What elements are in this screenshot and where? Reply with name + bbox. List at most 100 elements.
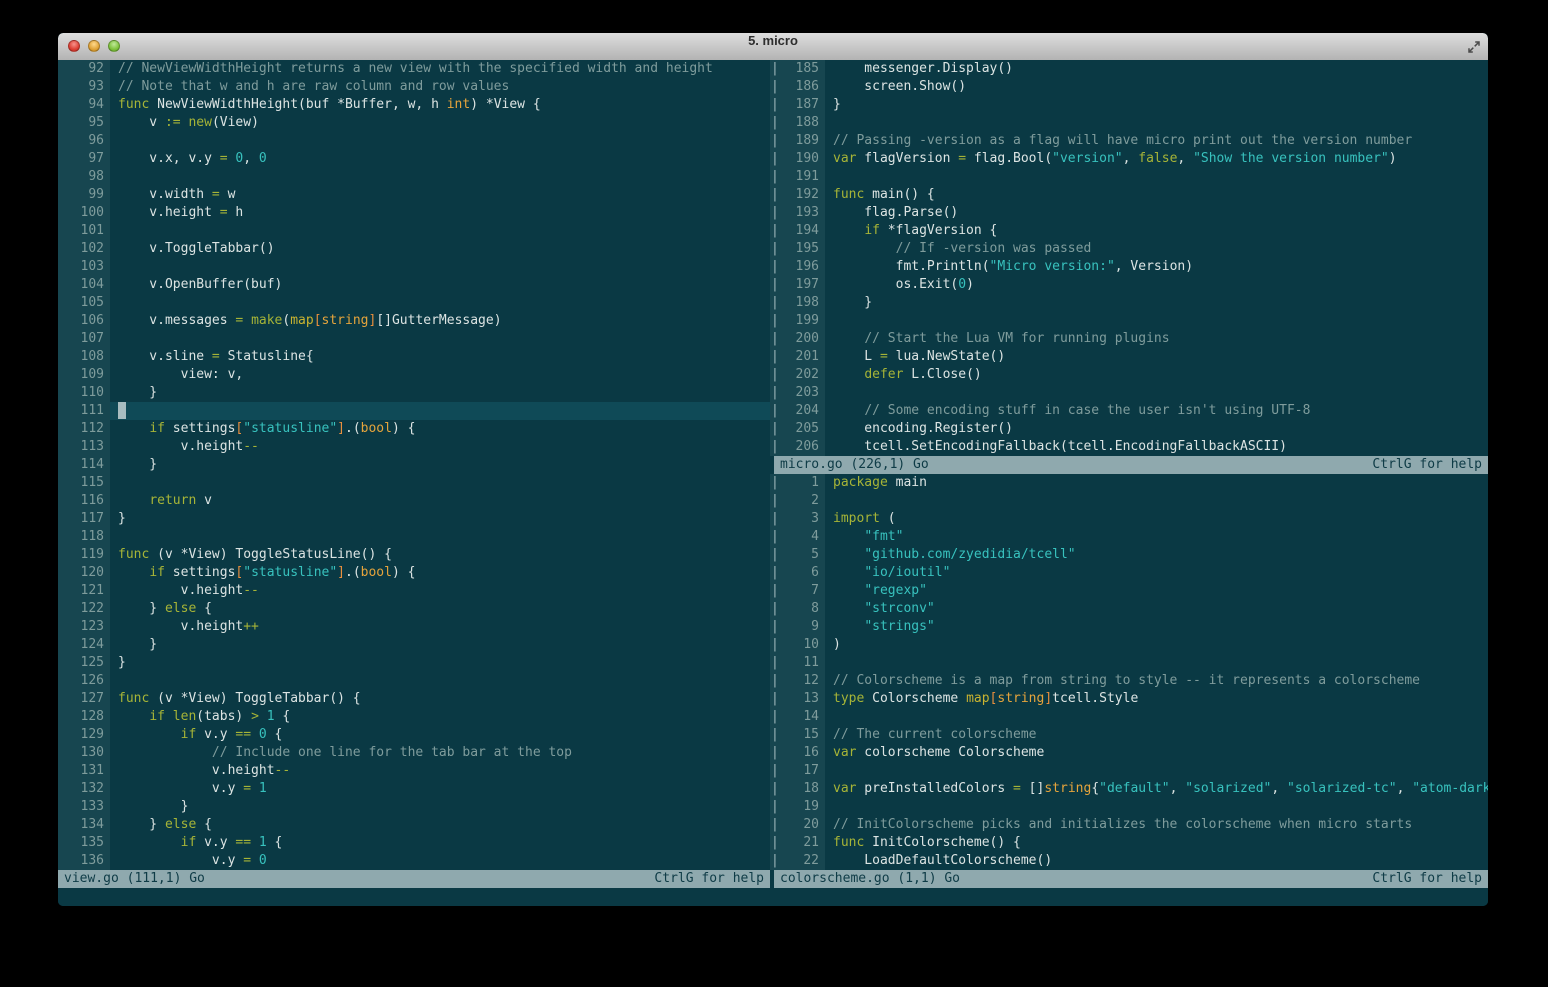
code-line[interactable]: 111 <box>58 402 770 420</box>
code-line[interactable]: 136 v.y = 0 <box>58 852 770 870</box>
code-text: type Colorscheme map[string]tcell.Style <box>833 691 1139 706</box>
code-line[interactable]: 122 } else { <box>58 600 770 618</box>
code-line[interactable]: | 4 "fmt" <box>770 528 1488 546</box>
code-line[interactable]: | 5 "github.com/zyedidia/tcell" <box>770 546 1488 564</box>
code-line[interactable]: | 21 func InitColorscheme() { <box>770 834 1488 852</box>
code-line[interactable]: | 195 // If -version was passed <box>770 240 1488 258</box>
code-line[interactable]: 129 if v.y == 0 { <box>58 726 770 744</box>
code-line[interactable]: | 6 "io/ioutil" <box>770 564 1488 582</box>
code-line[interactable]: 115 <box>58 474 770 492</box>
code-text: os.Exit(0) <box>833 277 974 292</box>
code-line[interactable]: | 22 LoadDefaultColorscheme() <box>770 852 1488 870</box>
code-line[interactable]: | 16 var colorscheme Colorscheme <box>770 744 1488 762</box>
code-line[interactable]: | 20 // InitColorscheme picks and initiali… <box>770 816 1488 834</box>
code-line[interactable]: 123 v.height++ <box>58 618 770 636</box>
code-line[interactable]: 110 } <box>58 384 770 402</box>
code-line[interactable]: | 18 var preInstalledColors = []string{"de… <box>770 780 1488 798</box>
pane-colorscheme-go[interactable]: | 1 package main | 2 | 3 import (| 4 "fmt" | 5 "gi… <box>770 474 1488 870</box>
code-line[interactable]: 107 <box>58 330 770 348</box>
code-text: messenger.Display() <box>833 61 1014 76</box>
fullscreen-icon[interactable] <box>1466 39 1482 55</box>
code-line[interactable]: | 189 // Passing -version as a flag will h… <box>770 132 1488 150</box>
code-line[interactable]: | 13 type Colorscheme map[string]tcell.Sty… <box>770 690 1488 708</box>
window-titlebar[interactable]: 5. micro <box>58 33 1488 61</box>
code-line[interactable]: 109 view: v, <box>58 366 770 384</box>
code-line[interactable]: 134 } else { <box>58 816 770 834</box>
code-line[interactable]: | 202 defer L.Close() <box>770 366 1488 384</box>
code-line[interactable]: | 198 } <box>770 294 1488 312</box>
code-line[interactable]: 96 <box>58 132 770 150</box>
code-line[interactable]: | 3 import ( <box>770 510 1488 528</box>
code-line[interactable]: | 192 func main() { <box>770 186 1488 204</box>
code-text <box>110 402 770 420</box>
code-line[interactable]: 118 <box>58 528 770 546</box>
code-line[interactable]: 116 return v <box>58 492 770 510</box>
code-line[interactable]: | 199 <box>770 312 1488 330</box>
code-line[interactable]: | 187} <box>770 96 1488 114</box>
code-line[interactable]: 100 v.height = h <box>58 204 770 222</box>
code-line[interactable]: | 1 package main <box>770 474 1488 492</box>
pane-view-go[interactable]: 92 // NewViewWidthHeight returns a new vi… <box>58 60 770 870</box>
code-line[interactable]: | 190 var flagVersion = flag.Bool("version… <box>770 150 1488 168</box>
code-line[interactable]: | 15 // The current colorscheme <box>770 726 1488 744</box>
code-line[interactable]: | 19 <box>770 798 1488 816</box>
statusbar-help-hint: CtrlG for help <box>654 871 764 886</box>
code-line[interactable]: 108 v.sline = Statusline{ <box>58 348 770 366</box>
code-line[interactable]: | 193 flag.Parse() <box>770 204 1488 222</box>
code-line[interactable]: | 194 if *flagVersion { <box>770 222 1488 240</box>
code-line[interactable]: | 197 os.Exit(0) <box>770 276 1488 294</box>
code-line[interactable]: | 191 <box>770 168 1488 186</box>
code-line[interactable]: 112 if settings["statusline"].(bool) { <box>58 420 770 438</box>
code-line[interactable]: 104 v.OpenBuffer(buf) <box>58 276 770 294</box>
code-line[interactable]: 124 } <box>58 636 770 654</box>
code-line[interactable]: 117} <box>58 510 770 528</box>
pane-micro-go[interactable]: | 185 messenger.Display() | 186 screen.Show… <box>770 60 1488 456</box>
code-line[interactable]: | 7 "regexp" <box>770 582 1488 600</box>
code-line[interactable]: 127 func (v *View) ToggleTabbar() { <box>58 690 770 708</box>
code-line[interactable]: 121 v.height-- <box>58 582 770 600</box>
code-line[interactable]: | 17 <box>770 762 1488 780</box>
code-line[interactable]: | 185 messenger.Display() <box>770 60 1488 78</box>
code-line[interactable]: | 12 // Colorscheme is a map from string t… <box>770 672 1488 690</box>
code-line[interactable]: 102 v.ToggleTabbar() <box>58 240 770 258</box>
code-line[interactable]: | 9 "strings" <box>770 618 1488 636</box>
code-line[interactable]: 97 v.x, v.y = 0, 0 <box>58 150 770 168</box>
code-line[interactable]: 93 // Note that w and h are raw column an… <box>58 78 770 96</box>
code-line[interactable]: | 206 tcell.SetEncodingFallback(tcell.Enc… <box>770 438 1488 456</box>
code-line[interactable]: 94 func NewViewWidthHeight(buf *Buffer, w… <box>58 96 770 114</box>
code-line[interactable]: 125} <box>58 654 770 672</box>
code-line[interactable]: 130 // Include one line for the tab bar … <box>58 744 770 762</box>
code-line[interactable]: 101 <box>58 222 770 240</box>
code-line[interactable]: 113 v.height-- <box>58 438 770 456</box>
code-line[interactable]: | 201 L = lua.NewState() <box>770 348 1488 366</box>
code-line[interactable]: | 204 // Some encoding stuff in case the … <box>770 402 1488 420</box>
code-line[interactable]: | 203 <box>770 384 1488 402</box>
code-line[interactable]: | 186 screen.Show() <box>770 78 1488 96</box>
code-line[interactable]: 106 v.messages = make(map[string][]Gutte… <box>58 312 770 330</box>
code-line[interactable]: 131 v.height-- <box>58 762 770 780</box>
code-line[interactable]: 98 <box>58 168 770 186</box>
code-line[interactable]: | 200 // Start the Lua VM for running plu… <box>770 330 1488 348</box>
code-line[interactable]: 126 <box>58 672 770 690</box>
code-line[interactable]: 120 if settings["statusline"].(bool) { <box>58 564 770 582</box>
code-line[interactable]: 135 if v.y == 1 { <box>58 834 770 852</box>
code-line[interactable]: | 188 <box>770 114 1488 132</box>
code-line[interactable]: 132 v.y = 1 <box>58 780 770 798</box>
code-line[interactable]: | 10) <box>770 636 1488 654</box>
code-line[interactable]: 103 <box>58 258 770 276</box>
code-line[interactable]: 119 func (v *View) ToggleStatusLine() { <box>58 546 770 564</box>
code-text: // Include one line for the tab bar at t… <box>211 745 572 760</box>
code-line[interactable]: 133 } <box>58 798 770 816</box>
code-line[interactable]: 114 } <box>58 456 770 474</box>
code-line[interactable]: | 11 <box>770 654 1488 672</box>
code-line[interactable]: | 14 <box>770 708 1488 726</box>
code-line[interactable]: 95 v := new(View) <box>58 114 770 132</box>
code-line[interactable]: 128 if len(tabs) > 1 { <box>58 708 770 726</box>
code-line[interactable]: | 196 fmt.Println("Micro version:", Versi… <box>770 258 1488 276</box>
code-line[interactable]: | 205 encoding.Register() <box>770 420 1488 438</box>
code-line[interactable]: | 8 "strconv" <box>770 600 1488 618</box>
code-line[interactable]: 99 v.width = w <box>58 186 770 204</box>
code-line[interactable]: 105 <box>58 294 770 312</box>
code-line[interactable]: 92 // NewViewWidthHeight returns a new vi… <box>58 60 770 78</box>
code-line[interactable]: | 2 <box>770 492 1488 510</box>
